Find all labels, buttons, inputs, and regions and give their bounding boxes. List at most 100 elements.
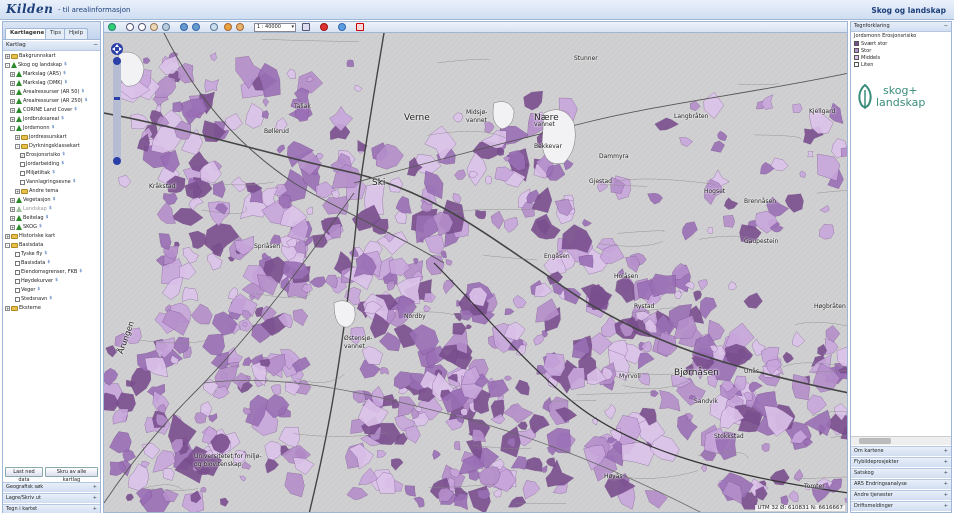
forward-arrow-icon[interactable] xyxy=(192,23,200,31)
layer-info-icon[interactable]: $ xyxy=(44,251,47,256)
accordion-draw[interactable]: Tegn i kartet + xyxy=(3,504,100,513)
expand-icon[interactable]: + xyxy=(944,502,948,511)
layer-info-icon[interactable]: $ xyxy=(81,89,84,94)
expand-icon[interactable]: + xyxy=(5,53,10,59)
zoom-out-icon[interactable] xyxy=(138,23,146,31)
zoom-in-icon[interactable] xyxy=(126,23,134,31)
tab-kartlagene[interactable]: Kartlagene xyxy=(5,28,50,39)
layer-info-icon[interactable]: $ xyxy=(55,278,58,283)
layer-node[interactable]: - Jordsmonn $ xyxy=(10,124,54,132)
layer-node[interactable]: + Vegetasjon $ xyxy=(10,196,55,204)
kartlag-section-header[interactable]: Kartlag − xyxy=(3,41,100,51)
layer-node[interactable]: + Markslag (DMK) $ xyxy=(10,79,67,87)
right-accordion-item[interactable]: Andre tjenester + xyxy=(851,490,951,500)
layer-info-icon[interactable]: $ xyxy=(53,197,56,202)
collapse-icon[interactable]: - xyxy=(5,62,10,68)
layer-info-icon[interactable]: $ xyxy=(37,287,40,292)
layer-node[interactable]: + Arealressurser (AR 50) $ xyxy=(10,88,84,96)
layer-node[interactable]: Høydekurver $ xyxy=(15,277,58,285)
layer-info-icon[interactable]: $ xyxy=(47,260,50,265)
layer-node[interactable]: Tyske fly $ xyxy=(15,250,47,258)
expand-icon[interactable]: + xyxy=(10,116,15,122)
tab-hjelp[interactable]: Hjelp xyxy=(64,28,89,39)
expand-icon[interactable]: + xyxy=(944,447,948,456)
zoom-minus-icon[interactable] xyxy=(113,157,121,165)
kilden-logo[interactable]: Kilden xyxy=(6,2,53,16)
expand-icon[interactable]: + xyxy=(93,494,97,503)
layer-node[interactable]: Basisdata $ xyxy=(15,259,50,267)
expand-icon[interactable]: + xyxy=(10,89,15,95)
layer-info-icon[interactable]: $ xyxy=(52,125,55,130)
layer-node[interactable]: Eiendomsgrenser, FKB $ xyxy=(15,268,82,276)
expand-icon[interactable]: + xyxy=(944,469,948,478)
layer-node[interactable]: + Beitelag $ xyxy=(10,214,48,222)
layer-node[interactable]: Jordarbeiding $ xyxy=(20,160,64,168)
collapse-icon[interactable]: − xyxy=(93,41,98,48)
layer-checkbox[interactable] xyxy=(15,278,20,284)
measure-icon[interactable] xyxy=(210,23,218,31)
collapse-icon[interactable]: - xyxy=(10,125,15,131)
layer-node[interactable]: Veger $ xyxy=(15,286,40,294)
layer-node[interactable]: ✓ Erosjonsrisiko $ xyxy=(20,151,65,159)
layer-node[interactable]: + Jordbruksareal $ xyxy=(10,115,64,123)
help-icon[interactable] xyxy=(338,23,346,31)
warning-icon[interactable] xyxy=(356,23,364,31)
right-accordion-item[interactable]: Flybildeprosjekter + xyxy=(851,457,951,467)
expand-icon[interactable]: + xyxy=(93,505,97,513)
layer-node[interactable]: + SKOG $ xyxy=(10,223,42,231)
layer-info-icon[interactable]: $ xyxy=(49,296,52,301)
expand-icon[interactable]: + xyxy=(10,71,15,77)
layer-node[interactable]: + Arealressurser (AR 250) $ xyxy=(10,97,87,105)
theme-title[interactable]: Skog og landskap xyxy=(871,6,946,15)
turn-off-all-layers-button[interactable]: Skru av alle kartlag xyxy=(45,467,98,483)
layer-node[interactable]: + Landskap $ xyxy=(10,205,52,213)
scrollbar-thumb[interactable] xyxy=(859,438,891,444)
layer-info-icon[interactable]: $ xyxy=(74,107,77,112)
layer-checkbox[interactable] xyxy=(15,260,20,266)
scale-select[interactable]: 1 : 40000 ▾ xyxy=(254,23,296,32)
expand-icon[interactable]: + xyxy=(15,188,20,194)
layer-node[interactable]: + Andre tema xyxy=(15,187,58,195)
layer-checkbox[interactable] xyxy=(15,287,20,293)
layer-node[interactable]: Vannlagringsevne $ xyxy=(20,178,76,186)
layer-node[interactable]: + Bakgrunnskart xyxy=(5,52,56,60)
layer-node[interactable]: + Historiske kart xyxy=(5,232,55,240)
layer-node[interactable]: + CORINE Land Cover $ xyxy=(10,106,77,114)
back-arrow-icon[interactable] xyxy=(180,23,188,31)
layer-checkbox[interactable] xyxy=(20,179,25,185)
zoom-slider-handle[interactable] xyxy=(114,97,120,100)
layer-checkbox[interactable] xyxy=(15,251,20,257)
expand-icon[interactable]: + xyxy=(10,98,15,104)
layer-checkbox[interactable] xyxy=(15,296,20,302)
layer-node[interactable]: - Basisdata xyxy=(5,241,43,249)
tools-icon[interactable] xyxy=(236,23,244,31)
layer-info-icon[interactable]: $ xyxy=(39,224,42,229)
layer-node[interactable]: - Dyrkningsklassekart xyxy=(15,142,80,150)
layer-info-icon[interactable]: $ xyxy=(46,215,49,220)
expand-icon[interactable]: + xyxy=(10,80,15,86)
expand-icon[interactable]: + xyxy=(93,483,97,492)
right-accordion-item[interactable]: Om kartene + xyxy=(851,446,951,456)
expand-icon[interactable]: + xyxy=(10,224,15,230)
expand-icon[interactable]: + xyxy=(5,233,10,239)
layer-node[interactable]: Miljøtiltak $ xyxy=(20,169,55,177)
expand-icon[interactable]: + xyxy=(15,134,20,140)
layer-node[interactable]: - Skog og landskap $ xyxy=(5,61,67,69)
expand-icon[interactable]: + xyxy=(944,458,948,467)
layer-info-icon[interactable]: $ xyxy=(65,80,68,85)
layer-info-icon[interactable]: $ xyxy=(49,206,52,211)
layer-checkbox[interactable] xyxy=(20,170,25,176)
layer-info-icon[interactable]: $ xyxy=(63,71,66,76)
expand-icon[interactable]: + xyxy=(944,491,948,500)
layer-node[interactable]: + Markslag (AR5) $ xyxy=(10,70,66,78)
tab-tips[interactable]: Tips xyxy=(45,28,67,39)
expand-icon[interactable]: + xyxy=(5,305,10,311)
expand-icon[interactable]: + xyxy=(10,215,15,221)
pan-hand-icon[interactable] xyxy=(150,23,158,31)
layer-info-icon[interactable]: $ xyxy=(62,152,65,157)
expand-icon[interactable]: + xyxy=(10,197,15,203)
right-accordion-item[interactable]: Driftsmeldinger + xyxy=(851,501,951,511)
expand-icon[interactable]: + xyxy=(944,480,948,489)
map-canvas[interactable] xyxy=(104,33,848,513)
layer-info-icon[interactable]: $ xyxy=(85,98,88,103)
